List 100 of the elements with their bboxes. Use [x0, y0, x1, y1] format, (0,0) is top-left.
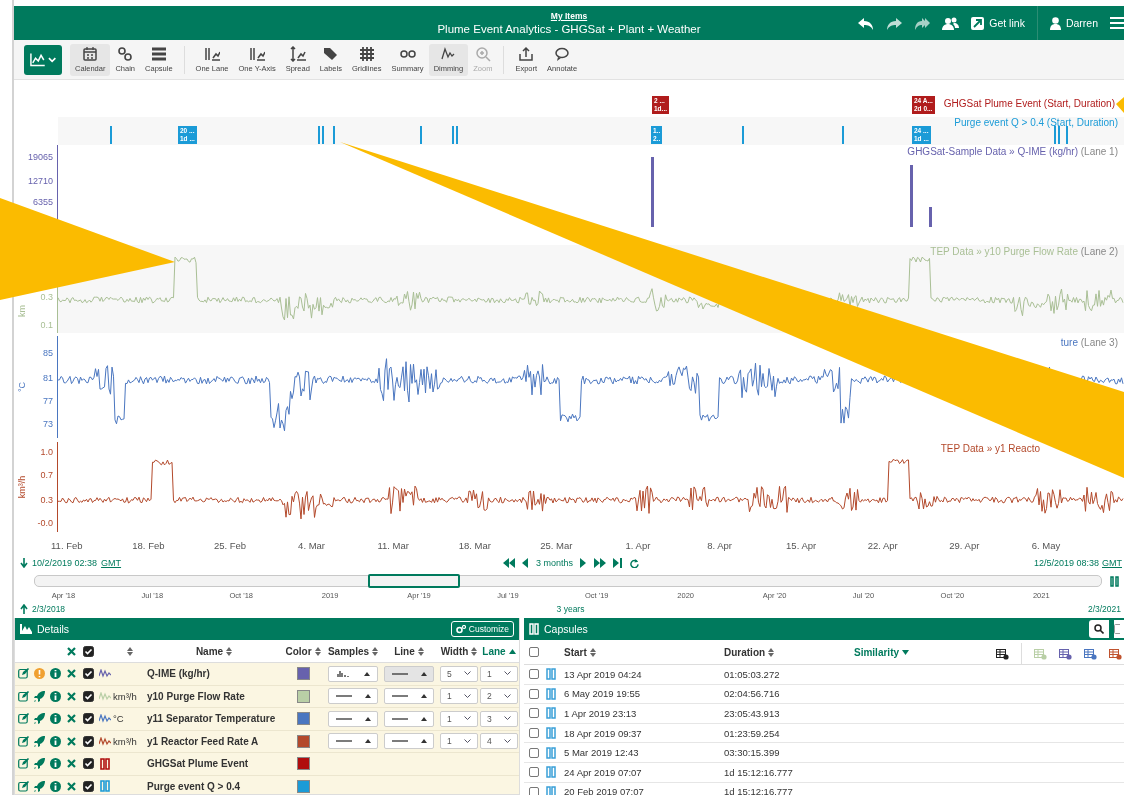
rocket-icon[interactable] [33, 713, 45, 725]
width-select[interactable]: 1 [440, 733, 478, 750]
redo-icon[interactable] [886, 16, 903, 30]
event-marker[interactable] [1058, 126, 1060, 144]
checkbox[interactable] [529, 767, 539, 778]
checkbox[interactable] [529, 647, 539, 657]
checkbox[interactable] [82, 758, 94, 770]
item-name[interactable]: y10 Purge Flow Rate [147, 690, 245, 702]
checkbox[interactable] [529, 747, 539, 758]
checkbox[interactable] [82, 713, 94, 725]
refresh-icon[interactable] [630, 558, 639, 568]
item-name[interactable]: Purge event Q > 0.4 [147, 780, 241, 792]
remove-icon[interactable] [66, 781, 76, 791]
samples-dropdown[interactable] [328, 665, 378, 682]
sort-icon[interactable] [127, 646, 133, 656]
color-swatch[interactable] [296, 734, 310, 748]
checkbox[interactable] [82, 690, 94, 702]
column-header[interactable]: Start [564, 646, 596, 658]
edit-icon[interactable] [17, 713, 29, 725]
samples-dropdown[interactable] [328, 710, 378, 727]
users-icon[interactable] [942, 16, 960, 30]
rocket-icon[interactable] [33, 758, 45, 770]
table-icon[interactable] [996, 648, 1009, 660]
checkbox[interactable] [529, 786, 539, 795]
checkbox[interactable] [529, 688, 539, 699]
search-button[interactable] [1089, 620, 1109, 638]
checkbox[interactable] [82, 645, 94, 657]
edit-icon[interactable] [17, 735, 29, 747]
column-header[interactable]: Samples [327, 645, 379, 657]
info-icon[interactable] [49, 735, 61, 747]
range-duration[interactable]: 3 months [536, 558, 573, 568]
overview-start[interactable]: 2/3/2018 [32, 604, 66, 614]
column-header[interactable]: Similarity [854, 646, 910, 658]
sort-descending-icon[interactable] [902, 649, 910, 655]
checkbox[interactable] [529, 728, 539, 739]
event-marker[interactable] [842, 126, 844, 144]
chart-view-button[interactable] [24, 44, 62, 75]
width-select[interactable]: 5 [440, 665, 478, 682]
skip-end-icon[interactable] [613, 558, 623, 568]
get-link-button[interactable]: Get link [971, 16, 1025, 30]
event-marker[interactable] [456, 126, 458, 144]
info-icon[interactable] [49, 780, 61, 792]
event-marker[interactable] [110, 126, 112, 144]
info-icon[interactable] [49, 758, 61, 770]
checkbox[interactable] [529, 669, 539, 680]
info-icon[interactable] [49, 690, 61, 702]
step-forward-icon[interactable] [580, 558, 587, 568]
timezone-link[interactable]: GMT [101, 558, 122, 568]
lane-select[interactable]: 4 [480, 733, 518, 750]
sort-icon[interactable] [417, 646, 424, 656]
rocket-icon[interactable] [33, 690, 45, 702]
samples-dropdown[interactable] [328, 688, 378, 705]
sort-icon[interactable] [589, 647, 596, 657]
color-swatch[interactable] [296, 757, 310, 771]
rocket-icon[interactable] [33, 780, 45, 792]
menu-icon[interactable] [1110, 17, 1124, 29]
column-header[interactable]: Name [195, 645, 233, 657]
remove-icon[interactable] [66, 759, 76, 769]
overview-duration[interactable]: 3 years [556, 604, 585, 614]
event-marker[interactable] [452, 126, 454, 144]
range-selector[interactable] [368, 574, 460, 588]
column-header[interactable]: Line [394, 645, 424, 657]
sort-icon[interactable] [768, 647, 775, 657]
color-swatch[interactable] [296, 779, 310, 793]
info-icon[interactable] [49, 713, 61, 725]
overview-track[interactable] [34, 575, 1102, 587]
sort-ascending-icon[interactable] [508, 648, 516, 654]
remove-icon[interactable] [66, 669, 76, 679]
redo-all-icon[interactable] [914, 16, 931, 30]
event-marker[interactable] [420, 126, 422, 144]
sort-icon[interactable] [314, 646, 321, 656]
color-swatch[interactable] [296, 667, 310, 681]
remove-icon[interactable] [66, 646, 76, 656]
width-select[interactable]: 1 [440, 688, 478, 705]
item-name[interactable]: GHGSat Plume Event [147, 758, 249, 770]
customize-button[interactable]: Customize [450, 621, 514, 637]
checkbox[interactable] [529, 708, 539, 719]
remove-icon[interactable] [66, 691, 76, 701]
line-style-dropdown[interactable] [384, 710, 434, 727]
collapse-button[interactable] [1114, 620, 1124, 638]
range-link-icon[interactable] [1110, 575, 1119, 587]
user-menu-button[interactable]: Darren [1049, 16, 1098, 30]
lane-select[interactable]: 1 [480, 665, 518, 682]
breadcrumb-link[interactable]: My Items [550, 11, 588, 21]
rewind-icon[interactable] [503, 558, 515, 568]
sort-icon[interactable] [471, 646, 478, 656]
event-marker[interactable] [1066, 126, 1068, 144]
step-back-icon[interactable] [522, 558, 529, 568]
width-select[interactable]: 1 [440, 710, 478, 727]
sort-icon[interactable] [226, 646, 233, 656]
checkbox[interactable] [82, 668, 94, 680]
item-name[interactable]: y11 Separator Temperature [147, 713, 276, 725]
column-header[interactable]: Width [440, 645, 478, 657]
event-marker[interactable] [333, 126, 335, 144]
rocket-icon[interactable] [33, 735, 45, 747]
event-marker[interactable] [318, 126, 320, 144]
color-swatch[interactable] [296, 689, 310, 703]
overview-end[interactable]: 2/3/2021 [1087, 604, 1121, 614]
checkbox[interactable] [82, 780, 94, 792]
event-marker[interactable] [1054, 126, 1056, 144]
